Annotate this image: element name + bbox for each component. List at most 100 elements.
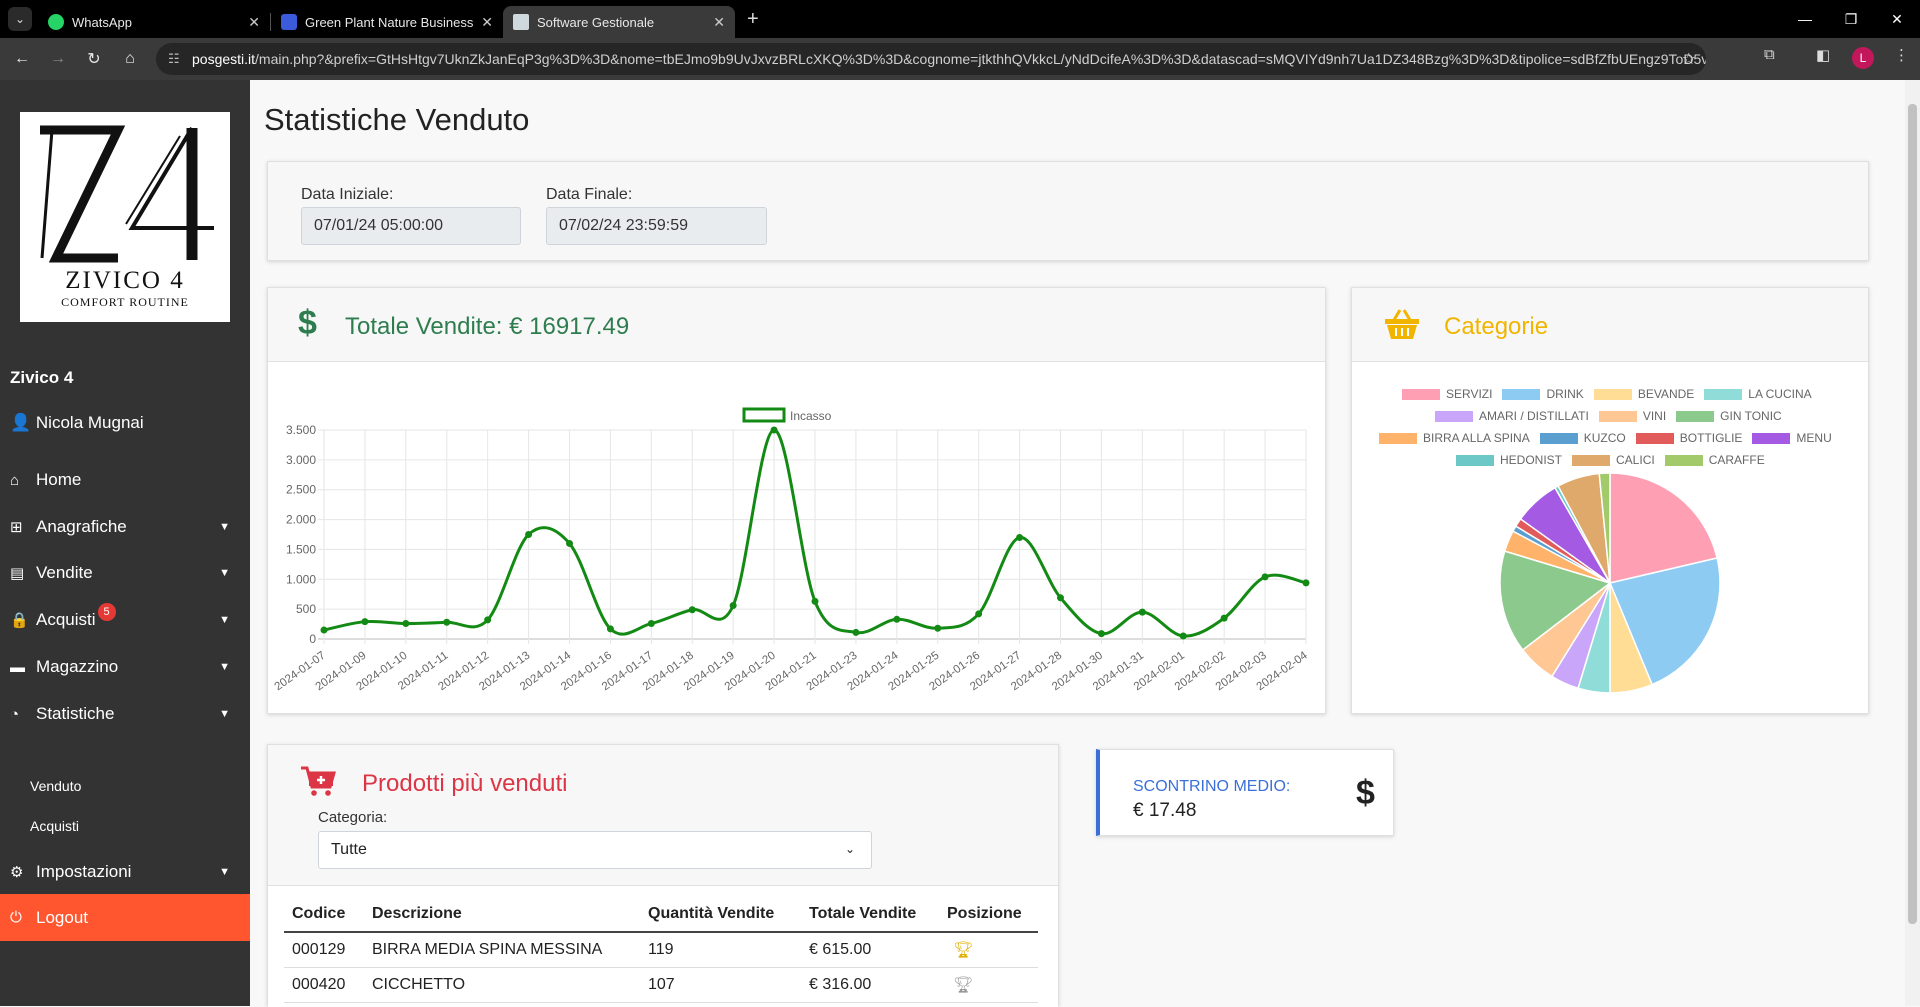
top-products-title: Prodotti più venduti xyxy=(362,770,568,797)
new-tab-icon[interactable]: + xyxy=(747,8,759,31)
pie-legend-item[interactable]: GIN TONIC xyxy=(1676,409,1782,423)
legend-swatch xyxy=(1598,410,1637,422)
bookmark-star-icon[interactable]: ☆ xyxy=(1682,49,1696,69)
tab-search-button[interactable]: ⌄ xyxy=(8,7,32,31)
pie-legend-item[interactable]: SERVIZI xyxy=(1402,387,1492,401)
company-logo: ZIVICO 4 COMFORT ROUTINE xyxy=(20,112,230,322)
tab-title: WhatsApp xyxy=(72,14,132,30)
close-icon[interactable]: ✕ xyxy=(248,14,260,31)
col-posizione: Posizione xyxy=(939,897,1038,933)
pie-legend-row: SERVIZI DRINK BEVANDE LA CUCINA xyxy=(1402,387,1822,401)
legend-swatch xyxy=(1664,454,1703,466)
logo-tagline: COMFORT ROUTINE xyxy=(61,295,189,309)
close-icon[interactable]: ✕ xyxy=(481,14,493,31)
page-scrollbar[interactable] xyxy=(1905,80,1920,1006)
data-point xyxy=(647,619,655,627)
menu-label: Impostazioni xyxy=(36,862,132,881)
main-content: Statistiche Venduto Data Iniziale: 07/01… xyxy=(250,80,1905,1007)
pie-legend-item[interactable]: BIRRA ALLA SPINA xyxy=(1379,431,1530,445)
pie-legend-item[interactable]: DRINK xyxy=(1502,387,1584,401)
categories-title: Categorie xyxy=(1444,313,1549,340)
data-point xyxy=(361,618,369,626)
data-point xyxy=(566,539,573,547)
categories-pie-chart xyxy=(1499,473,1721,694)
pie-legend-item[interactable]: HEDONIST xyxy=(1456,453,1562,467)
menu-anagrafiche[interactable]: ⊞ Anagrafiche ▼ xyxy=(0,505,250,549)
categoria-select[interactable]: Tutte ⌄ xyxy=(318,831,872,869)
y-tick-label: 3.000 xyxy=(286,453,316,467)
minimize-icon[interactable]: — xyxy=(1782,0,1828,38)
menu-dots-icon[interactable]: ⋮ xyxy=(1894,46,1909,64)
menu-vendite[interactable]: ▤ Vendite ▼ xyxy=(0,551,250,595)
data-point xyxy=(934,624,942,632)
table-row[interactable]: 000129 BIRRA MEDIA SPINA MESSINA 119 € 6… xyxy=(284,932,1038,968)
data-point xyxy=(484,616,492,624)
back-icon[interactable]: ← xyxy=(4,50,40,68)
logo-name: ZIVICO 4 xyxy=(65,267,185,294)
profile-avatar[interactable]: L xyxy=(1852,47,1874,69)
logout-button[interactable]: ⏻ Logout xyxy=(0,894,250,941)
table-row[interactable]: 000420 CICCHETTO 107 € 316.00 🏆︎ xyxy=(284,967,1038,1003)
url-host: posgesti.it xyxy=(192,51,256,67)
page-title: Statistiche Venduto xyxy=(264,102,530,137)
pie-legend-item[interactable]: BOTTIGLIE xyxy=(1635,431,1742,445)
z4-logo-mark xyxy=(40,125,214,263)
legend-swatch xyxy=(1502,388,1541,400)
restore-icon[interactable]: ❐ xyxy=(1828,0,1874,38)
close-icon[interactable]: ✕ xyxy=(713,14,725,31)
pie-legend-item[interactable]: BEVANDE xyxy=(1593,387,1695,401)
pie-legend-item[interactable]: LA CUCINA xyxy=(1704,387,1812,401)
date-end-field[interactable]: 07/02/24 23:59:59 xyxy=(546,207,767,245)
legend-swatch xyxy=(742,407,786,423)
tab-whatsapp[interactable]: WhatsApp ✕ xyxy=(38,6,270,38)
menu-magazzino[interactable]: ▬ Magazzino ▼ xyxy=(0,645,250,689)
menu-impostazioni[interactable]: ⚙ Impostazioni ▼ xyxy=(0,850,250,894)
average-receipt-card: SCONTRINO MEDIO: € 17.48 $ xyxy=(1096,749,1394,836)
trophy-silver-icon: 🏆︎ xyxy=(939,967,1038,1003)
store-icon: ▤ xyxy=(10,565,25,582)
data-point xyxy=(1057,594,1064,602)
page-icon xyxy=(281,14,297,30)
pie-legend-item[interactable]: VINI xyxy=(1598,409,1666,423)
caret-down-icon: ▼ xyxy=(219,708,230,720)
pie-legend-item[interactable]: AMARI / DISTILLATI xyxy=(1435,409,1589,423)
menu-home[interactable]: ⌂ Home xyxy=(0,458,250,502)
pie-legend-item[interactable]: KUZCO xyxy=(1539,431,1626,445)
top-products-table: Codice Descrizione Quantità Vendite Tota… xyxy=(284,897,1038,1003)
url-input[interactable]: ☷ posgesti.it/main.php?&prefix=GtHsHtgv7… xyxy=(156,43,1706,75)
site-info-icon[interactable]: ☷ xyxy=(168,51,180,67)
scrollbar-thumb[interactable] xyxy=(1908,104,1917,924)
sales-chart-card: $ Totale Vendite: € 16917.49 0 500 1.000 1.… xyxy=(267,287,1326,714)
average-receipt-label: SCONTRINO MEDIO: xyxy=(1133,778,1291,795)
home-icon[interactable]: ⌂ xyxy=(112,50,148,68)
table-header-row: Codice Descrizione Quantità Vendite Tota… xyxy=(284,897,1038,933)
menu-acquisti[interactable]: 🔒 Acquisti 5 ▼ xyxy=(0,598,250,642)
close-window-icon[interactable]: ✕ xyxy=(1874,0,1920,38)
company-name: Zivico 4 xyxy=(10,368,74,387)
legend-label: BEVANDE xyxy=(1637,387,1695,401)
address-bar-row: ← → ↻ ⌂ ☷ posgesti.it/main.php?&prefix=G… xyxy=(0,38,1920,80)
forward-icon[interactable]: → xyxy=(40,50,76,68)
caret-down-icon: ▼ xyxy=(219,614,230,626)
submenu-venduto[interactable]: Venduto xyxy=(30,778,81,794)
home-icon: ⌂ xyxy=(10,471,20,489)
pie-legend-item[interactable]: CALICI xyxy=(1572,453,1655,467)
data-point xyxy=(320,626,328,634)
extensions-icon[interactable]: ⧉ xyxy=(1764,46,1775,63)
submenu-acquisti[interactable]: Acquisti xyxy=(30,818,79,834)
cell-totale: € 316.00 xyxy=(801,967,939,1003)
data-point xyxy=(1261,573,1269,581)
data-point xyxy=(443,618,451,626)
legend-label: CALICI xyxy=(1616,453,1655,467)
legend-swatch xyxy=(1752,432,1791,444)
data-point xyxy=(729,602,737,610)
sidepanel-icon[interactable]: ◧ xyxy=(1816,46,1830,64)
reload-icon[interactable]: ↻ xyxy=(76,49,112,69)
menu-statistiche[interactable]: ◔ Statistiche ▼ xyxy=(0,692,250,736)
pie-legend-item[interactable]: MENU xyxy=(1752,431,1832,445)
data-point xyxy=(975,610,983,618)
date-start-field[interactable]: 07/01/24 05:00:00 xyxy=(301,207,521,245)
pie-legend-item[interactable]: CARAFFE xyxy=(1664,453,1765,467)
tab-software-gestionale[interactable]: Software Gestionale ✕ xyxy=(503,6,735,38)
tab-green-plant[interactable]: Green Plant Nature Business Br ✕ xyxy=(271,6,503,38)
